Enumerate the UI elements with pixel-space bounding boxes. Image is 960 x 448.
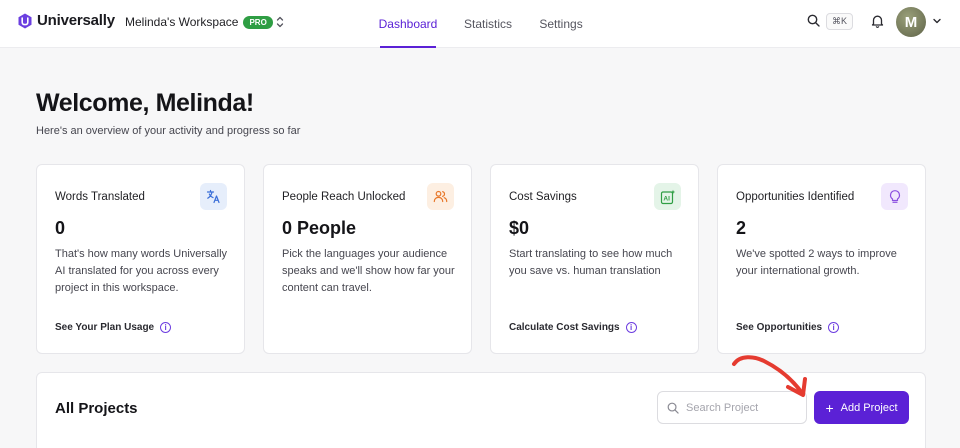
stat-card-people-reach: People Reach Unlocked 0 People Pick the … <box>263 164 472 354</box>
card-description: We've spotted 2 ways to improve your int… <box>736 248 897 277</box>
search-icon <box>667 402 679 414</box>
page-title: Welcome, Melinda! <box>36 89 254 117</box>
info-icon: i <box>828 322 840 333</box>
see-plan-usage-link[interactable]: See Your Plan Usage i <box>55 322 172 333</box>
stat-card-cost-savings: Cost Savings AI $0 Start translating to … <box>490 164 699 354</box>
card-link-label: Calculate Cost Savings <box>509 322 620 333</box>
add-project-label: Add Project <box>840 401 898 414</box>
section-title: All Projects <box>55 400 138 417</box>
see-opportunities-link[interactable]: See Opportunities i <box>736 322 840 333</box>
top-navigation-bar: Universally Melinda's Workspace PRO Dash… <box>0 0 960 48</box>
svg-text:AI: AI <box>663 195 670 202</box>
brand-logo[interactable]: Universally <box>18 12 115 29</box>
workspace-switcher[interactable]: Melinda's Workspace PRO <box>117 10 293 34</box>
stat-card-opportunities: Opportunities Identified 2 We've spotted… <box>717 164 926 354</box>
lightbulb-icon <box>881 183 908 210</box>
card-value: 0 <box>55 218 66 238</box>
ai-icon: AI <box>654 183 681 210</box>
card-value: 2 <box>736 218 747 238</box>
search-icon[interactable] <box>807 14 820 27</box>
translate-icon <box>200 183 227 210</box>
chevron-up-down-icon <box>276 16 284 28</box>
add-project-button[interactable]: + Add Project <box>814 391 909 424</box>
info-icon: i <box>160 322 172 333</box>
tab-dashboard[interactable]: Dashboard <box>379 0 437 48</box>
card-link-label: See Opportunities <box>736 322 823 333</box>
brand-name: Universally <box>37 12 115 29</box>
plus-icon: + <box>825 399 834 416</box>
pro-badge: PRO <box>243 15 273 29</box>
search-shortcut-hint: ⌘K <box>826 13 854 30</box>
card-title: People Reach Unlocked <box>282 191 406 203</box>
card-value: 0 People <box>282 218 357 238</box>
page-subtitle: Here's an overview of your activity and … <box>36 125 301 137</box>
logo-icon <box>18 13 32 28</box>
card-description: Pick the languages your audience speaks … <box>282 248 455 294</box>
card-link-label: See Your Plan Usage <box>55 322 155 333</box>
annotation-arrow-icon <box>732 355 807 397</box>
card-description: Start translating to see how much you sa… <box>509 248 673 277</box>
stat-card-words-translated: Words Translated 0 That's how many words… <box>36 164 245 354</box>
workspace-name: Melinda's Workspace <box>125 15 239 29</box>
card-title: Cost Savings <box>509 191 577 203</box>
card-title: Words Translated <box>55 191 145 203</box>
card-value: $0 <box>509 218 530 238</box>
search-project-input[interactable] <box>686 401 796 414</box>
calculate-cost-savings-link[interactable]: Calculate Cost Savings i <box>509 322 637 333</box>
tab-settings[interactable]: Settings <box>539 0 582 48</box>
card-description: That's how many words Universally AI tra… <box>55 248 228 294</box>
bell-icon[interactable] <box>871 14 884 28</box>
tab-statistics[interactable]: Statistics <box>463 0 513 48</box>
chevron-down-icon[interactable] <box>932 17 942 25</box>
card-title: Opportunities Identified <box>736 191 855 203</box>
info-icon: i <box>625 322 637 333</box>
avatar[interactable]: M <box>896 7 926 37</box>
users-icon <box>427 183 454 210</box>
